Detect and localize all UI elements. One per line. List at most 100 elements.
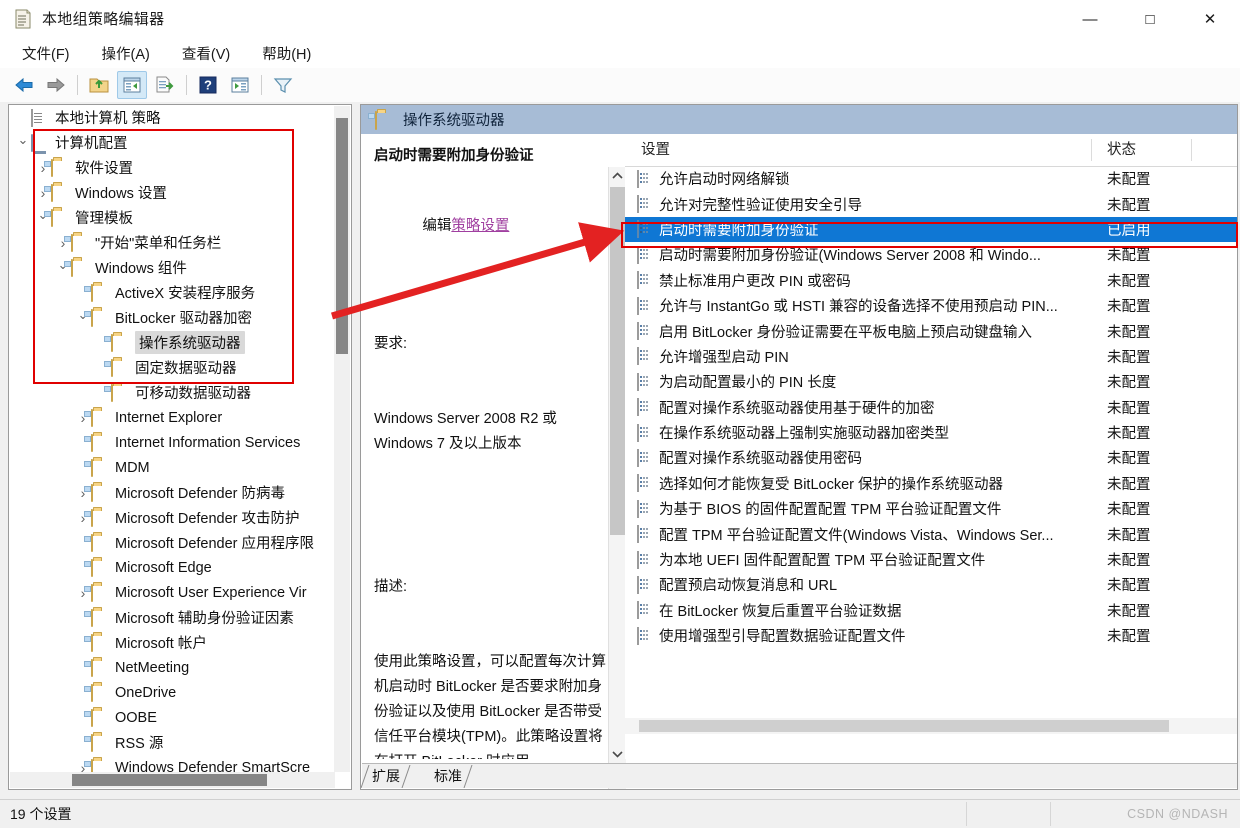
tree-root-item[interactable]: 本地计算机 策略 (9, 105, 335, 130)
show-details-icon[interactable] (226, 72, 254, 98)
chevron-right-icon[interactable] (75, 580, 91, 605)
menu-view[interactable]: 查看(V) (176, 41, 236, 66)
tree-item-21[interactable]: NetMeeting (9, 655, 335, 680)
maximize-button[interactable]: □ (1120, 0, 1180, 38)
help-icon[interactable]: ? (194, 72, 222, 98)
chevron-right-icon[interactable] (75, 480, 91, 505)
tree-item-7[interactable]: BitLocker 驱动器加密 (9, 305, 335, 330)
tree-item-9[interactable]: 固定数据驱动器 (9, 355, 335, 380)
tree-item-24[interactable]: RSS 源 (9, 730, 335, 755)
tree-item-18[interactable]: Microsoft User Experience Vir (9, 580, 335, 605)
folder-icon (91, 533, 109, 552)
tree-item-2[interactable]: Windows 设置 (9, 180, 335, 205)
tree-item-25[interactable]: Windows Defender SmartScre (9, 755, 335, 773)
table-row[interactable]: 为基于 BIOS 的固件配置配置 TPM 平台验证配置文件 未配置 (625, 496, 1237, 521)
tab-extended[interactable]: 扩展 (361, 765, 411, 788)
table-row[interactable]: 启动时需要附加身份验证(Windows Server 2008 和 Windo.… (625, 242, 1237, 267)
back-icon[interactable] (10, 72, 38, 98)
filter-icon[interactable] (269, 72, 297, 98)
table-row[interactable]: 在 BitLocker 恢复后重置平台验证数据 未配置 (625, 598, 1237, 623)
tree-item-label: MDM (115, 459, 150, 476)
tree-item-4[interactable]: "开始"菜单和任务栏 (9, 230, 335, 255)
table-row[interactable]: 禁止标准用户更改 PIN 或密码 未配置 (625, 268, 1237, 293)
tree-item-label: OneDrive (115, 684, 177, 701)
content-area: 本地计算机 策略 计算机配置软件设置 Windows 设置管理模板 "开始"菜单和任… (0, 102, 1240, 800)
tree-item-14[interactable]: Microsoft Defender 防病毒 (9, 480, 335, 505)
column-state[interactable]: 状态 (1107, 134, 1136, 166)
chevron-right-icon[interactable] (35, 155, 51, 180)
settings-horizontal-scroll-thumb[interactable] (639, 720, 1169, 732)
console-tree[interactable]: 本地计算机 策略 计算机配置软件设置 Windows 设置管理模板 "开始"菜单和任… (9, 105, 335, 773)
tree-item-3[interactable]: 管理模板 (9, 205, 335, 230)
folder-icon (51, 158, 69, 177)
table-row[interactable]: 使用增强型引导配置数据验证配置文件 未配置 (625, 623, 1237, 648)
table-row[interactable]: 配置对操作系统驱动器使用基于硬件的加密 未配置 (625, 395, 1237, 420)
scroll-up-icon[interactable] (609, 167, 626, 185)
forward-icon[interactable] (42, 72, 70, 98)
minimize-button[interactable]: — (1060, 0, 1120, 38)
table-row[interactable]: 配置预启动恢复消息和 URL 未配置 (625, 572, 1237, 597)
tree-item-0[interactable]: 计算机配置 (9, 130, 335, 155)
tree-item-16[interactable]: Microsoft Defender 应用程序限 (9, 530, 335, 555)
tree-item-19[interactable]: Microsoft 辅助身份验证因素 (9, 605, 335, 630)
chevron-down-icon[interactable] (55, 255, 71, 280)
table-row[interactable]: 启动时需要附加身份验证 已启用 (625, 216, 1237, 243)
menu-file[interactable]: 文件(F) (16, 41, 76, 66)
table-row[interactable]: 配置对操作系统驱动器使用密码 未配置 (625, 445, 1237, 470)
tree-item-22[interactable]: OneDrive (9, 680, 335, 705)
folder-icon (91, 733, 109, 752)
chevron-right-icon[interactable] (55, 230, 71, 255)
show-hide-tree-icon[interactable] (117, 71, 147, 99)
tree-item-6[interactable]: ActiveX 安装程序服务 (9, 280, 335, 305)
tree-item-15[interactable]: Microsoft Defender 攻击防护 (9, 505, 335, 530)
tree-item-5[interactable]: Windows 组件 (9, 255, 335, 280)
tree-item-23[interactable]: OOBE (9, 705, 335, 730)
chevron-down-icon[interactable] (15, 130, 31, 155)
chevron-down-icon[interactable] (35, 205, 51, 230)
tree-vertical-scrollbar[interactable] (334, 106, 350, 772)
tree-item-12[interactable]: Internet Information Services (9, 430, 335, 455)
description-scroll-thumb[interactable] (610, 187, 625, 535)
column-setting[interactable]: 设置 (641, 134, 670, 166)
chevron-down-icon[interactable] (75, 305, 91, 330)
chevron-right-icon[interactable] (35, 180, 51, 205)
tree-item-11[interactable]: Internet Explorer (9, 405, 335, 430)
table-row[interactable]: 为启动配置最小的 PIN 长度 未配置 (625, 369, 1237, 394)
tree-item-13[interactable]: MDM (9, 455, 335, 480)
table-row[interactable]: 在操作系统驱动器上强制实施驱动器加密类型 未配置 (625, 420, 1237, 445)
policy-setting-icon (637, 296, 651, 315)
menu-help[interactable]: 帮助(H) (256, 41, 317, 66)
up-folder-icon[interactable] (85, 72, 113, 98)
tree-horizontal-scrollbar[interactable] (10, 772, 335, 788)
description-vertical-scrollbar[interactable] (608, 167, 626, 789)
table-row[interactable]: 启用 BitLocker 身份验证需要在平板电脑上预启动键盘输入 未配置 (625, 318, 1237, 343)
chevron-right-icon[interactable] (75, 405, 91, 430)
tree-item-8[interactable]: 操作系统驱动器 (9, 330, 335, 355)
table-row[interactable]: 允许启动时网络解锁 未配置 (625, 166, 1237, 191)
table-row[interactable]: 配置 TPM 平台验证配置文件(Windows Vista、Windows Se… (625, 521, 1237, 546)
policy-document-icon (14, 9, 32, 29)
tab-standard[interactable]: 标准 (424, 765, 473, 788)
close-button[interactable]: ✕ (1180, 0, 1240, 38)
table-row[interactable]: 允许对完整性验证使用安全引导 未配置 (625, 191, 1237, 216)
menu-action[interactable]: 操作(A) (96, 41, 156, 66)
table-row[interactable]: 选择如何才能恢复受 BitLocker 保护的操作系统驱动器 未配置 (625, 471, 1237, 496)
tree-item-10[interactable]: 可移动数据驱动器 (9, 380, 335, 405)
description-label: 描述: (374, 579, 408, 595)
scroll-down-icon[interactable] (609, 745, 626, 763)
policy-setting-icon (637, 245, 651, 264)
tree-vertical-scroll-thumb[interactable] (336, 118, 348, 354)
tree-item-1[interactable]: 软件设置 (9, 155, 335, 180)
table-row[interactable]: 允许与 InstantGo 或 HSTI 兼容的设备选择不使用预启动 PIN..… (625, 293, 1237, 318)
tree-item-20[interactable]: Microsoft 帐户 (9, 630, 335, 655)
edit-policy-setting-link[interactable]: 策略设置 (451, 218, 509, 234)
chevron-right-icon[interactable] (75, 505, 91, 530)
settings-horizontal-scrollbar[interactable] (625, 718, 1237, 734)
tree-horizontal-scroll-thumb[interactable] (72, 774, 267, 786)
folder-icon (91, 683, 109, 702)
table-row[interactable]: 允许增强型启动 PIN 未配置 (625, 344, 1237, 369)
export-list-icon[interactable] (151, 72, 179, 98)
table-row[interactable]: 为本地 UEFI 固件配置配置 TPM 平台验证配置文件 未配置 (625, 547, 1237, 572)
tree-item-label: Windows Defender SmartScre (115, 759, 311, 774)
tree-item-17[interactable]: Microsoft Edge (9, 555, 335, 580)
